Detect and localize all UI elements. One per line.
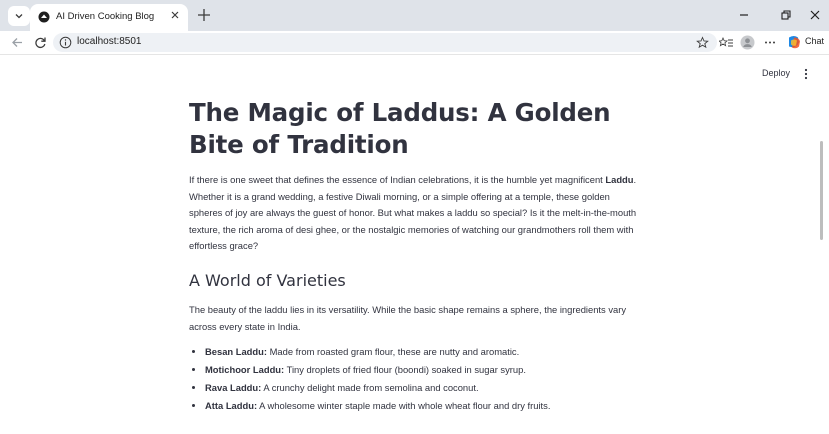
variety-desc: A wholesome winter staple made with whol… [257,399,551,411]
url-text: localhost:8501 [77,36,142,47]
tab-search-button[interactable] [8,6,30,26]
kebab-icon[interactable] [803,67,809,81]
intro-text-start: If there is one sweet that defines the e… [189,174,606,185]
page-title: The Magic of Laddus: A Golden Bite of Tr… [189,98,611,159]
close-window-icon[interactable] [807,7,823,23]
new-tab-plus-icon[interactable] [195,6,213,24]
variety-name: Atta Laddu: [205,399,258,411]
star-icon[interactable] [696,36,709,49]
close-icon [171,11,179,19]
avatar-icon[interactable] [740,35,755,50]
restore-icon[interactable] [778,7,794,23]
streamlit-app: Deploy The Magic of Laddus: A Golden Bit… [0,55,829,434]
tab-title: AI Driven Cooking Blog [56,11,155,22]
variety-desc: A crunchy delight made from semolina and… [261,381,479,393]
variety-desc: Tiny droplets of fried flour (boondi) so… [284,363,526,375]
intro-paragraph: If there is one sweet that defines the e… [189,172,641,255]
copilot-icon[interactable] [786,34,802,51]
browser-toolbar: localhost:8501 [0,31,829,55]
list-item: Besan Laddu: Made from roasted gram flou… [205,343,641,361]
streamlit-favicon-icon [38,11,50,23]
info-icon[interactable] [59,36,72,49]
section-heading: A World of Varieties [189,270,346,290]
list-item: Rava Laddu: A crunchy delight made from … [205,379,641,397]
variety-desc: Made from roasted gram flour, these are … [267,345,520,357]
reload-icon[interactable] [33,35,48,50]
intro-bold-text: Laddu [605,174,634,185]
minimize-icon[interactable] [736,7,752,23]
intro-text-end: . Whether it is a grand wedding, a festi… [189,174,637,252]
arrow-left-icon[interactable] [10,35,25,50]
chevron-down-icon [15,14,23,19]
list-item: Atta Laddu: A wholesome winter staple ma… [205,397,641,415]
scrollbar-thumb[interactable] [820,141,823,240]
section-paragraph: The beauty of the laddu lies in its vers… [189,303,627,332]
deploy-button[interactable]: Deploy [762,68,790,78]
article: The Magic of Laddus: A Golden Bite of Tr… [189,97,641,415]
varieties-list: Besan Laddu: Made from roasted gram flou… [189,343,641,415]
list-item: Motichoor Laddu: Tiny droplets of fried … [205,361,641,379]
variety-name: Rava Laddu: [205,381,262,393]
tab-strip: AI Driven Cooking Blog [0,0,829,31]
copilot-chat-label[interactable]: Chat [805,36,824,46]
tab-close-button[interactable] [168,9,182,23]
variety-name: Besan Laddu: [205,345,267,357]
browser-tab[interactable]: AI Driven Cooking Blog [30,4,188,31]
reading-list-icon[interactable] [719,35,734,50]
ellipsis-icon[interactable] [763,35,777,50]
address-bar[interactable]: localhost:8501 [53,33,717,52]
variety-name: Motichoor Laddu: [205,363,285,375]
